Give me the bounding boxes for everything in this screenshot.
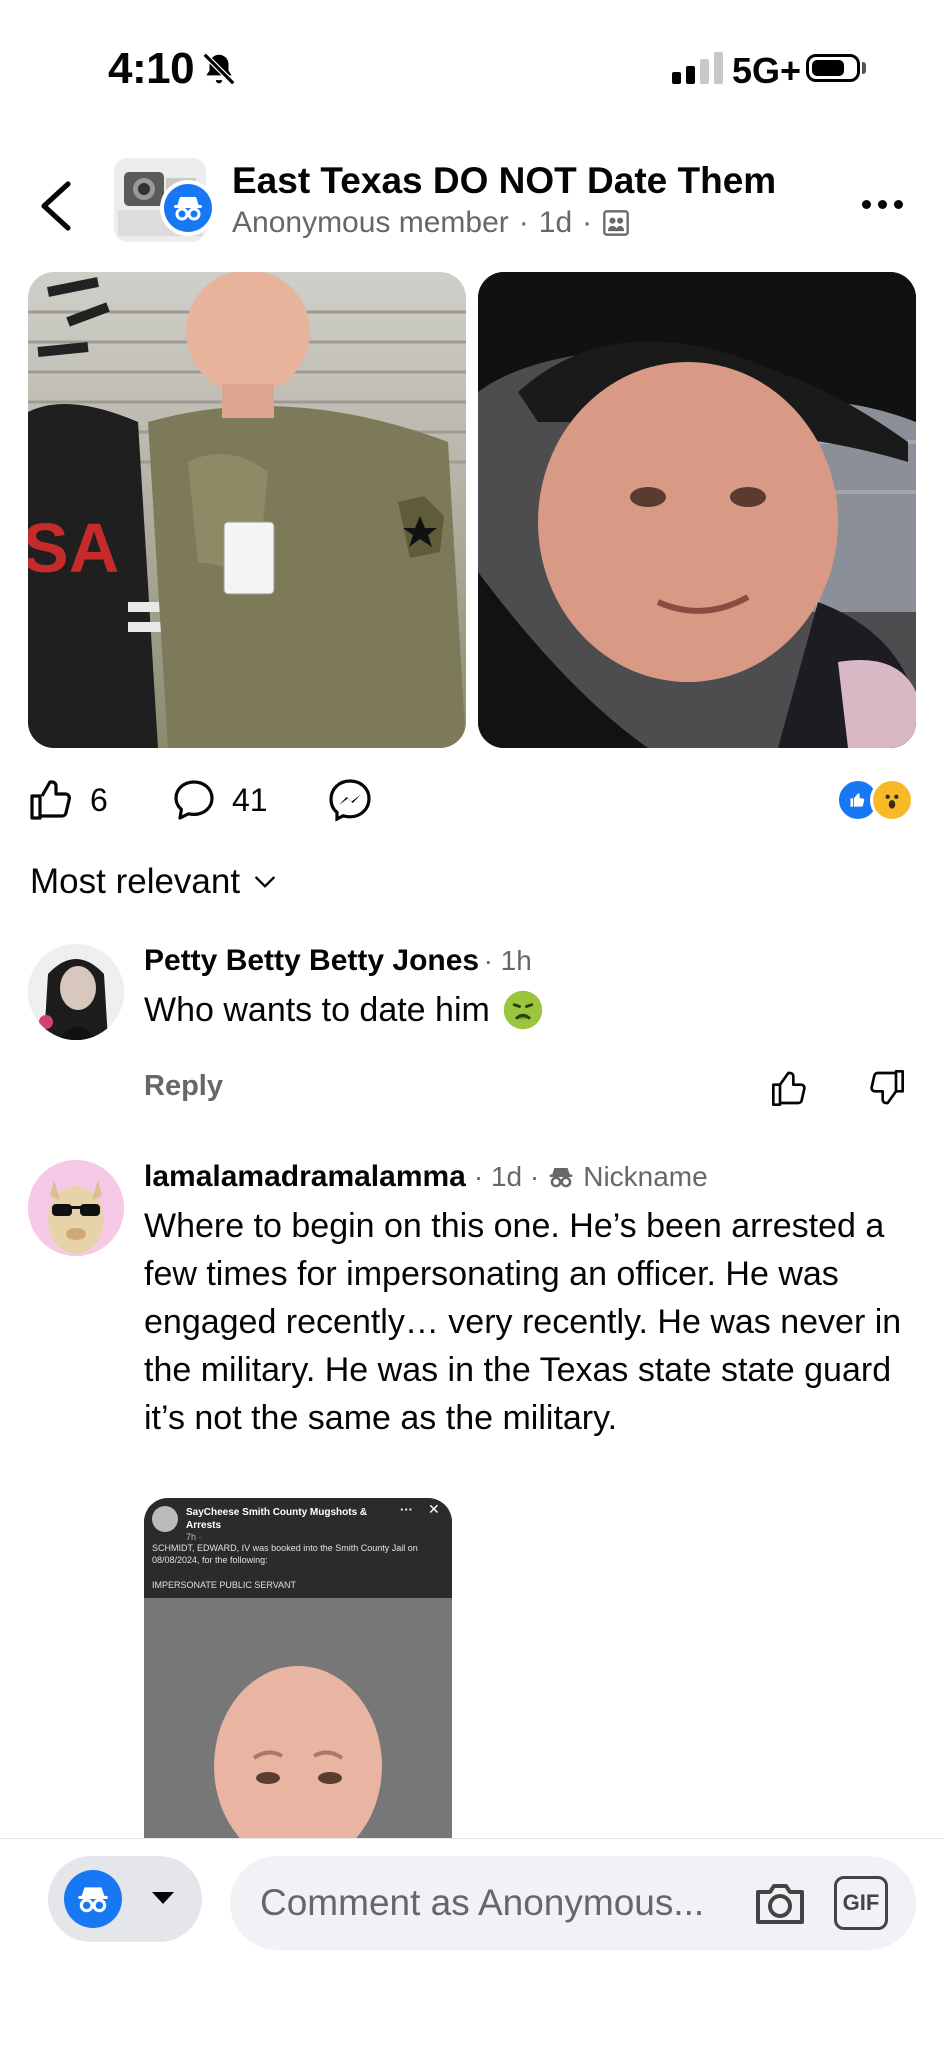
attachment-time: 7h · [186, 1532, 202, 1542]
attachment-header: SayCheese Smith County Mugshots & Arrest… [144, 1498, 452, 1598]
like-button[interactable]: 6 [28, 776, 108, 824]
battery-icon [806, 54, 860, 82]
comment-icon [174, 780, 214, 820]
post-photo-1[interactable]: SA [28, 272, 466, 748]
comment-text: Where to begin on this one. He’s been ar… [144, 1207, 902, 1437]
wow-reaction-icon [870, 778, 914, 822]
messenger-share-button[interactable] [326, 776, 374, 824]
battery-tip [862, 62, 866, 74]
comment-button[interactable]: 41 [170, 776, 268, 824]
bell-muted-icon [202, 52, 236, 86]
anonymous-identity-icon [64, 1870, 122, 1928]
comment-time: · 1d · [473, 1161, 540, 1192]
comment-input[interactable] [230, 1856, 916, 1950]
group-name[interactable]: East Texas DO NOT Date Them [232, 160, 776, 202]
camera-icon[interactable] [752, 1880, 808, 1928]
nauseated-face-emoji-icon [503, 990, 543, 1030]
reply-button[interactable]: Reply [144, 1070, 223, 1103]
avatar[interactable] [28, 1160, 124, 1256]
comment-header: lamalamadramalamma · 1d · Nickname [144, 1160, 708, 1194]
attachment-close-icon: ✕ [428, 1501, 440, 1517]
avatar[interactable] [28, 944, 124, 1040]
svg-text:SA: SA [28, 509, 119, 587]
anonymous-nickname-icon [549, 1167, 573, 1188]
attachment-more-icon: ··· [400, 1502, 413, 1517]
back-arrow-icon[interactable] [36, 180, 76, 232]
comment-body: Who wants to date him [144, 986, 544, 1034]
caret-down-icon [152, 1892, 174, 1904]
more-options-icon[interactable] [862, 200, 903, 209]
group-audience-icon [603, 210, 630, 236]
post-meta: Anonymous member · 1d · [232, 206, 630, 240]
attachment-avatar [152, 1506, 178, 1532]
nickname-badge: Nickname [583, 1161, 708, 1192]
sort-label: Most relevant [30, 862, 241, 901]
like-count: 6 [90, 781, 108, 818]
commenter-name[interactable]: Petty Betty Betty Jones [144, 944, 479, 977]
attachment-description: SCHMIDT, EDWARD, IV was booked into the … [152, 1543, 418, 1565]
attachment-charge: IMPERSONATE PUBLIC SERVANT [152, 1580, 297, 1590]
comment-header: Petty Betty Betty Jones · 1h [144, 944, 532, 978]
comment-text: Who wants to date him [144, 991, 490, 1029]
thumbs-down-icon[interactable] [866, 1066, 906, 1110]
messenger-icon [329, 779, 371, 822]
meta-separator-2: · [582, 206, 593, 239]
identity-switcher[interactable] [48, 1856, 202, 1942]
comment-time: · 1h [483, 945, 532, 976]
meta-separator: · [518, 206, 529, 239]
commenter-name[interactable]: lamalamadramalamma [144, 1160, 466, 1194]
post-age[interactable]: 1d [539, 206, 572, 240]
signal-icon [672, 52, 723, 84]
gif-button[interactable]: GIF [834, 1876, 888, 1930]
status-time: 4:10 [108, 44, 195, 93]
attachment-title: SayCheese Smith County Mugshots & Arrest… [186, 1507, 368, 1531]
comment-attachment-image[interactable]: SayCheese Smith County Mugshots & Arrest… [144, 1498, 452, 1838]
chevron-down-icon [255, 876, 275, 888]
sort-dropdown[interactable]: Most relevant [30, 862, 278, 902]
author-label[interactable]: Anonymous member [232, 206, 509, 240]
anonymous-badge-icon [160, 180, 216, 236]
reaction-summary[interactable] [836, 778, 914, 822]
like-icon [30, 780, 71, 820]
thumbs-up-icon[interactable] [770, 1066, 810, 1110]
network-label: 5G+ [732, 50, 802, 91]
post-photo-2[interactable] [478, 272, 916, 748]
comment-count: 41 [232, 781, 268, 818]
